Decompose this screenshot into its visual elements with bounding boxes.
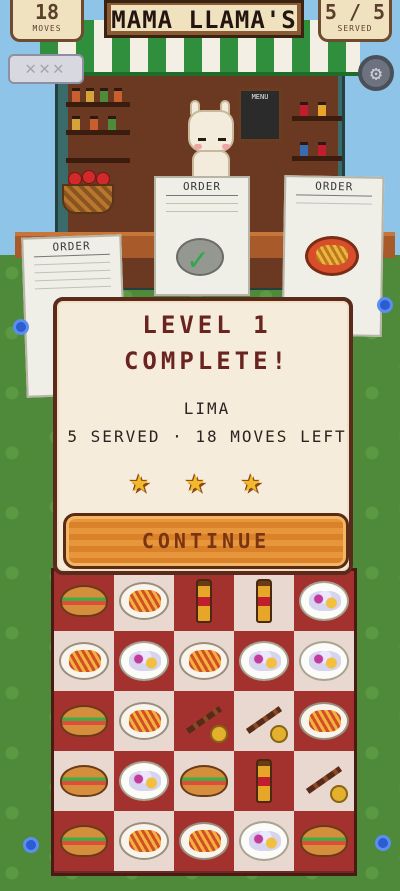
city-name: LIMA [183,399,231,418]
dialog-title-line1: LEVEL 1 [142,311,272,339]
continue-button[interactable]: CONTINUE [63,513,349,569]
level-stats: 5 SERVED · 18 MOVES LEFT [67,427,347,446]
level-complete-dialog: LEVEL 1 COMPLETE! LIMA 5 SERVED · 18 MOV… [53,297,353,575]
star-rating: ★ ★ ★ [129,461,285,501]
star-icon: ★ [185,461,206,501]
star-icon: ★ [129,461,150,501]
dialog-title-line2: COMPLETE! [123,347,291,375]
star-icon: ★ [241,461,262,501]
